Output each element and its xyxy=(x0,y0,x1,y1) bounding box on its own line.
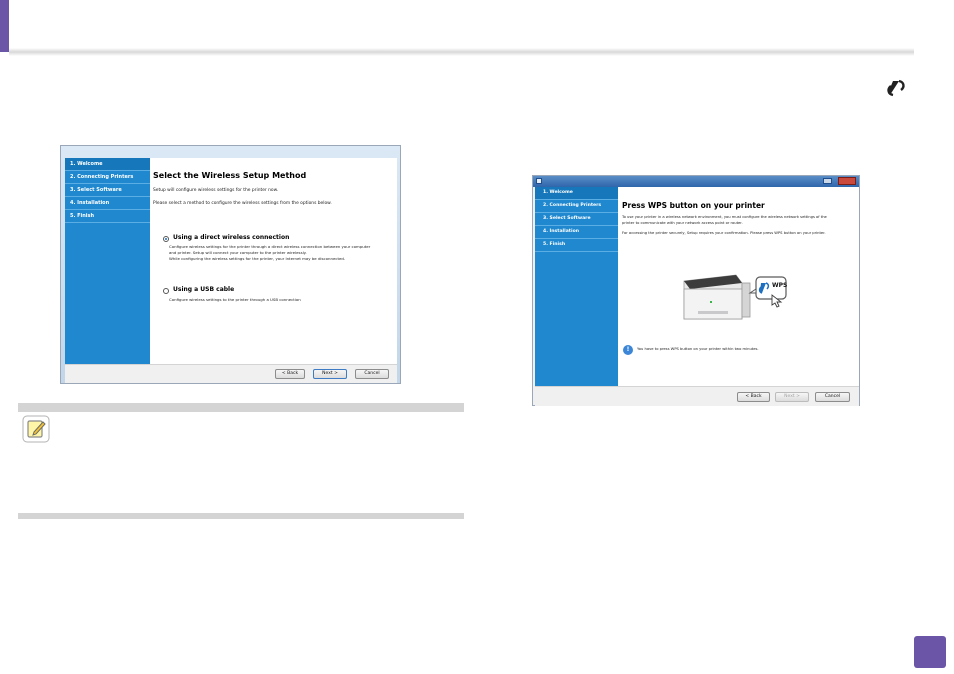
close-button[interactable] xyxy=(838,177,856,185)
wps-setup-dialog: 1. Welcome 2. Connecting Printers 3. Sel… xyxy=(532,175,860,406)
step-connecting-printers: 2. Connecting Printers xyxy=(535,200,618,213)
minimize-button[interactable] xyxy=(823,178,832,184)
info-text-1: To use your printer in a wireless networ… xyxy=(622,215,827,219)
page-accent-bar xyxy=(0,0,9,52)
instruction-text: Please select a method to configure the … xyxy=(153,201,332,206)
content-pane: Press WPS button on your printer To use … xyxy=(618,187,859,386)
wireless-setup-dialog: 1. Welcome 2. Connecting Printers 3. Sel… xyxy=(60,145,401,384)
intro-text: Setup will configure wireless settings f… xyxy=(153,188,279,193)
step-connecting-printers: 2. Connecting Printers xyxy=(65,171,150,184)
wps-button-label: WPS xyxy=(772,282,788,289)
printer-image xyxy=(683,274,787,320)
usb-cable-radio[interactable] xyxy=(163,288,169,294)
app-icon xyxy=(536,178,542,184)
info-icon: ! xyxy=(623,345,633,355)
dialog-footer: < Back Next > Cancel xyxy=(65,364,397,383)
cancel-button[interactable]: Cancel xyxy=(355,369,389,379)
radio-dot xyxy=(165,238,167,240)
steps-sidebar: 1. Welcome 2. Connecting Printers 3. Sel… xyxy=(65,158,150,364)
direct-wireless-desc-1: Configure wireless settings for the prin… xyxy=(169,244,371,249)
step-welcome: 1. Welcome xyxy=(65,158,150,171)
steps-sidebar: 1. Welcome 2. Connecting Printers 3. Sel… xyxy=(535,187,618,386)
usb-cable-desc: Configure wireless settings to the print… xyxy=(169,297,301,302)
direct-wireless-radio[interactable] xyxy=(163,236,169,242)
direct-wireless-desc-3: While configuring the wireless settings … xyxy=(169,256,346,261)
info-text-2: printer to communicate with your network… xyxy=(622,221,743,225)
direct-wireless-desc-2: and printer. Setup will connect your com… xyxy=(169,250,307,255)
next-button[interactable]: Next > xyxy=(313,369,347,379)
title-bar xyxy=(533,176,859,187)
step-installation: 4. Installation xyxy=(65,197,150,210)
back-button[interactable]: < Back xyxy=(275,369,305,379)
note-pencil-icon xyxy=(22,415,50,443)
page-number-badge xyxy=(914,636,946,668)
step-finish: 5. Finish xyxy=(65,210,150,223)
step-finish: 5. Finish xyxy=(535,239,618,252)
content-pane: Select the Wireless Setup Method Setup w… xyxy=(150,158,397,364)
step-welcome: 1. Welcome xyxy=(535,187,618,200)
tip-text: You have to press WPS button on your pri… xyxy=(637,347,759,351)
direct-wireless-label[interactable]: Using a direct wireless connection xyxy=(173,234,289,241)
page-title: Select the Wireless Setup Method xyxy=(153,171,307,180)
back-button[interactable]: < Back xyxy=(737,392,770,402)
note-top-bar xyxy=(18,403,464,412)
info-text-3: For accessing the printer securely, Setu… xyxy=(622,231,826,235)
wps-icon xyxy=(887,79,905,97)
step-select-software: 3. Select Software xyxy=(65,184,150,197)
usb-cable-label[interactable]: Using a USB cable xyxy=(173,286,234,293)
page-title: Press WPS button on your printer xyxy=(622,201,765,210)
step-installation: 4. Installation xyxy=(535,226,618,239)
header-divider xyxy=(9,48,914,56)
cancel-button[interactable]: Cancel xyxy=(815,392,850,402)
dialog-footer: < Back Next > Cancel xyxy=(535,386,859,406)
step-select-software: 3. Select Software xyxy=(535,213,618,226)
note-bottom-bar xyxy=(18,513,464,519)
next-button[interactable]: Next > xyxy=(775,392,809,402)
